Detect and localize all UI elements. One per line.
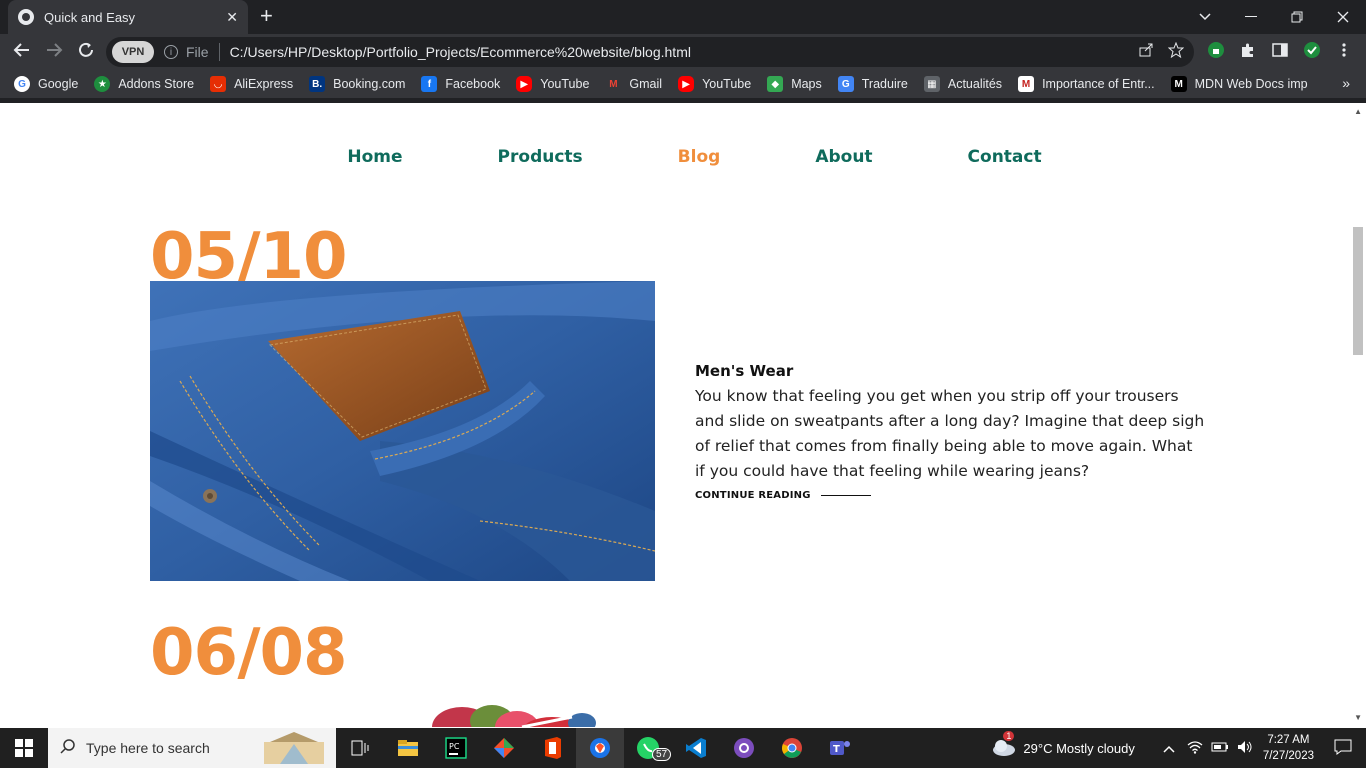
browser-chrome: Quick and Easy ✕ + VPN i File C:/Users/H… [0, 0, 1366, 103]
notifications-icon[interactable] [1334, 739, 1352, 758]
whatsapp-icon[interactable]: 57 [624, 728, 672, 768]
bookmarks-bar: G Google ★ Addons Store ◡ AliExpress B. Book… [0, 70, 1366, 98]
page-viewport: Home Products Blog About Contact 05/10 M… [0, 103, 1366, 727]
scroll-down-icon[interactable]: ▼ [1354, 713, 1362, 722]
bookmark-google[interactable]: G Google [14, 76, 78, 92]
browser-toolbar: VPN i File C:/Users/HP/Desktop/Portfolio… [0, 34, 1366, 70]
bookmark-aliexpress[interactable]: ◡ AliExpress [210, 76, 293, 92]
post-body: Men's Wear You know that feeling you get… [695, 362, 1205, 501]
scroll-thumb[interactable] [1353, 227, 1363, 355]
weather-text[interactable]: 29°C Mostly cloudy [1023, 741, 1134, 756]
globe-icon [18, 9, 34, 25]
svg-text:T: T [833, 744, 840, 755]
menu-dots-icon[interactable] [1335, 42, 1353, 60]
bookmark-importance[interactable]: M Importance of Entr... [1018, 76, 1155, 92]
bookmark-actualites[interactable]: ▦ Actualités [923, 76, 1002, 92]
bookmark-gmail[interactable]: M Gmail [605, 76, 662, 92]
post-date-2: 06/08 [150, 621, 347, 679]
address-bar[interactable]: VPN i File C:/Users/HP/Desktop/Portfolio… [106, 37, 1194, 67]
teams-icon[interactable]: T [816, 728, 864, 768]
nav-products[interactable]: Products [498, 147, 583, 167]
post-title: Men's Wear [695, 362, 794, 380]
bookmark-maps[interactable]: ◆ Maps [767, 76, 822, 92]
bookmark-star-icon[interactable] [1167, 41, 1185, 62]
page-scrollbar[interactable]: ▲ ▼ [1349, 103, 1366, 727]
tab-title: Quick and Easy [44, 9, 136, 25]
vpn-badge[interactable]: VPN [112, 41, 154, 63]
share-icon[interactable] [1138, 42, 1154, 62]
github-desktop-icon[interactable] [720, 728, 768, 768]
post-image[interactable] [150, 281, 655, 581]
file-explorer-icon[interactable] [384, 728, 432, 768]
brave-browser-icon[interactable] [576, 728, 624, 768]
tab-close-icon[interactable]: ✕ [226, 9, 238, 26]
office-icon[interactable] [528, 728, 576, 768]
volume-icon[interactable] [1237, 740, 1253, 757]
minimize-button[interactable] [1228, 0, 1274, 34]
weather-icon[interactable]: 1 [991, 730, 1017, 760]
scroll-up-icon[interactable]: ▲ [1354, 107, 1362, 116]
windows-start-button[interactable] [0, 728, 48, 768]
post-date: 05/10 [150, 220, 347, 294]
search-highlight-icon [260, 732, 328, 769]
search-placeholder: Type here to search [86, 740, 210, 756]
bookmark-facebook[interactable]: f Facebook [421, 76, 500, 92]
file-scheme-label: File [186, 44, 209, 60]
clock[interactable]: 7:27 AM 7/27/2023 [1263, 732, 1314, 764]
chrome-icon[interactable] [768, 728, 816, 768]
site-nav: Home Products Blog About Contact [0, 147, 1349, 167]
tab-search-icon[interactable] [1182, 0, 1228, 34]
search-icon [60, 738, 76, 759]
info-icon[interactable]: i [164, 45, 178, 59]
side-panel-icon[interactable] [1271, 42, 1289, 60]
vscode-icon[interactable] [672, 728, 720, 768]
shield-check-icon[interactable] [1303, 42, 1321, 60]
whatsapp-badge: 57 [652, 748, 672, 761]
battery-icon[interactable] [1211, 741, 1229, 756]
clock-date: 7/27/2023 [1262, 750, 1314, 762]
password-extension-icon[interactable] [1207, 42, 1225, 60]
system-tray: 1 29°C Mostly cloudy 7:27 AM 7/27/2023 [991, 728, 1366, 768]
post-excerpt: You know that feeling you get when you s… [695, 387, 1205, 480]
bookmark-youtube[interactable]: ▶ YouTube [516, 76, 589, 92]
link-underline [820, 495, 871, 496]
svg-text:PC: PC [449, 742, 460, 751]
nav-home[interactable]: Home [347, 147, 402, 167]
browser-tab[interactable]: Quick and Easy ✕ [8, 0, 248, 34]
nav-blog[interactable]: Blog [678, 147, 721, 167]
nav-contact[interactable]: Contact [968, 147, 1042, 167]
extensions-puzzle-icon[interactable] [1239, 42, 1257, 60]
restore-button[interactable] [1274, 0, 1320, 34]
continue-reading-link[interactable]: CONTINUE READING [695, 490, 1205, 501]
git-icon[interactable] [480, 728, 528, 768]
continue-reading-label[interactable]: CONTINUE READING [695, 490, 811, 501]
divider [218, 43, 220, 61]
chevron-up-icon[interactable] [1163, 741, 1175, 756]
forward-icon[interactable] [43, 41, 65, 64]
task-view-icon[interactable] [336, 728, 384, 768]
windows-taskbar: Type here to search PC 57 T 1 29°C Mostl… [0, 728, 1366, 768]
clock-time: 7:27 AM [1267, 734, 1310, 746]
new-tab-button[interactable]: + [260, 5, 273, 27]
taskbar-search-box[interactable]: Type here to search [48, 728, 336, 768]
post-image-2[interactable] [422, 687, 602, 727]
bookmarks-overflow-icon[interactable]: » [1342, 75, 1350, 91]
close-window-button[interactable] [1320, 0, 1366, 34]
url-text[interactable]: C:/Users/HP/Desktop/Portfolio_Projects/E… [230, 44, 1138, 60]
bookmark-booking[interactable]: B. Booking.com [309, 76, 405, 92]
wifi-icon[interactable] [1187, 740, 1203, 757]
bookmark-traduire[interactable]: G Traduire [837, 76, 908, 92]
back-icon[interactable] [11, 41, 33, 64]
bookmark-mdn[interactable]: M MDN Web Docs imp [1170, 76, 1308, 92]
tab-strip: Quick and Easy ✕ + [0, 0, 1366, 34]
bookmark-youtube-2[interactable]: ▶ YouTube [678, 76, 751, 92]
weather-badge: 1 [1003, 730, 1015, 741]
bookmark-addons-store[interactable]: ★ Addons Store [94, 76, 194, 92]
pycharm-icon[interactable]: PC [432, 728, 480, 768]
reload-icon[interactable] [75, 41, 97, 64]
nav-about[interactable]: About [815, 147, 872, 167]
